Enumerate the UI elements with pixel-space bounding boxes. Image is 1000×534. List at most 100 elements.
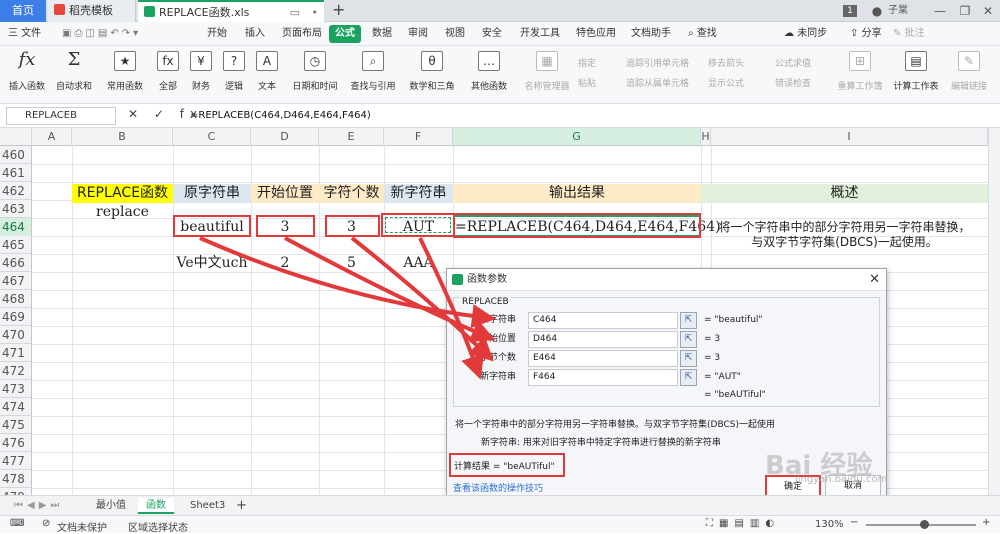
text-button[interactable]: A 文本 <box>243 50 291 100</box>
vertical-scrollbar[interactable] <box>988 128 1000 495</box>
row-header-467[interactable]: 467 <box>0 272 32 290</box>
user-name[interactable]: 子棠 <box>888 0 918 22</box>
specify-button[interactable]: 指定 <box>578 56 596 69</box>
minimize-icon[interactable]: — <box>930 0 950 22</box>
menu-item-start[interactable]: 开始 <box>207 25 227 43</box>
row-header-461[interactable]: 461 <box>0 164 32 182</box>
sheet-tab-min[interactable]: 最小值 <box>88 498 134 514</box>
cell-e466[interactable]: 5 <box>319 254 384 273</box>
arg-input-num-bytes[interactable]: E464 <box>528 350 678 367</box>
row-header-469[interactable]: 469 <box>0 308 32 326</box>
collapse-dialog-icon[interactable]: ⇱ <box>680 369 697 386</box>
menu-item-developer[interactable]: 开发工具 <box>520 25 560 43</box>
column-header-b[interactable]: B <box>72 128 173 146</box>
cell-c462[interactable]: 原字符串 <box>173 184 251 203</box>
formula-input[interactable]: =REPLACEB(C464,D464,E464,F464) <box>190 107 371 125</box>
recalc-workbook-button[interactable]: ⊞ 重算工作簿 <box>832 50 888 100</box>
column-header-h[interactable]: H <box>701 128 711 146</box>
zoom-in-icon[interactable]: + <box>982 517 990 528</box>
menu-item-insert[interactable]: 插入 <box>245 25 265 43</box>
sync-status[interactable]: ☁ 未同步 <box>784 25 827 43</box>
avatar[interactable]: ● <box>868 0 886 22</box>
error-check-button[interactable]: 错误检查 <box>775 76 811 89</box>
help-link[interactable]: 查看该函数的操作技巧 <box>453 481 543 494</box>
row-header-472[interactable]: 472 <box>0 362 32 380</box>
other-functions-button[interactable]: … 其他函数 <box>461 50 517 100</box>
row-header-474[interactable]: 474 <box>0 398 32 416</box>
cell-b462[interactable]: REPLACE函数 <box>72 184 173 203</box>
row-header-475[interactable]: 475 <box>0 416 32 434</box>
cell-d462[interactable]: 开始位置 <box>251 184 319 203</box>
edit-links-button[interactable]: ✎ 编辑链接 <box>944 50 994 100</box>
menu-item-features[interactable]: 特色应用 <box>576 25 616 43</box>
search-button[interactable]: ⌕ 查找 <box>688 25 717 43</box>
zoom-out-icon[interactable]: − <box>850 517 858 528</box>
row-header-468[interactable]: 468 <box>0 290 32 308</box>
close-tab-icon[interactable]: • <box>312 2 319 22</box>
autosum-button[interactable]: Σ 自动求和 <box>50 50 98 100</box>
remove-arrows-button[interactable]: 移去箭头 <box>708 56 744 69</box>
date-time-button[interactable]: ◷ 日期和时间 <box>287 50 343 100</box>
keyboard-icon[interactable]: ⌨ <box>10 518 24 529</box>
sheet-tab-sheet3[interactable]: Sheet3 <box>182 498 233 514</box>
column-header-c[interactable]: C <box>173 128 251 146</box>
row-header-476[interactable]: 476 <box>0 434 32 452</box>
screen-icon[interactable]: ▭ <box>290 2 300 22</box>
tab-doc-template[interactable]: 稻壳模板 <box>48 0 136 22</box>
cell-i465[interactable]: 与双字节字符集(DBCS)一起使用。 <box>701 233 988 252</box>
menu-item-page-layout[interactable]: 页面布局 <box>282 25 322 43</box>
calc-sheet-button[interactable]: ▤ 计算工作表 <box>888 50 944 100</box>
show-formulas-button[interactable]: 显示公式 <box>708 76 744 89</box>
row-header-473[interactable]: 473 <box>0 380 32 398</box>
row-header-470[interactable]: 470 <box>0 326 32 344</box>
maximize-icon[interactable]: ❐ <box>955 0 975 22</box>
quick-access-icons[interactable]: ▣⎙◫▤↶↷▾ <box>62 25 141 43</box>
menu-item-doc-assistant[interactable]: 文档助手 <box>631 25 671 43</box>
row-header-477[interactable]: 477 <box>0 452 32 470</box>
select-all-corner[interactable] <box>0 128 32 146</box>
column-header-i[interactable]: I <box>711 128 988 146</box>
comment-button[interactable]: ✎ 批注 <box>893 25 925 43</box>
row-header-464[interactable]: 464 <box>0 218 32 237</box>
math-button[interactable]: θ 数学和三角 <box>404 50 460 100</box>
sheet-nav-arrows[interactable]: ⏮◀▶⏭ <box>6 498 71 514</box>
menu-item-review[interactable]: 审阅 <box>408 25 428 43</box>
trace-precedents-button[interactable]: 追踪引用单元格 <box>626 56 689 69</box>
row-header-479[interactable]: 479 <box>0 488 32 495</box>
arg-input-start-num[interactable]: D464 <box>528 331 678 348</box>
cell-f462[interactable]: 新字符串 <box>384 184 453 203</box>
menu-item-data[interactable]: 数据 <box>372 25 392 43</box>
insert-function-button[interactable]: fx 插入函数 <box>3 50 51 100</box>
add-sheet-button[interactable]: + <box>228 498 255 514</box>
row-header-478[interactable]: 478 <box>0 470 32 488</box>
cell-g462[interactable]: 输出结果 <box>453 184 701 203</box>
evaluate-formula-button[interactable]: 公式求值 <box>775 56 811 69</box>
cell-i462[interactable]: 概述 <box>701 184 988 203</box>
cell-c466[interactable]: Ve中文uch <box>173 254 251 273</box>
paste-button[interactable]: 粘贴 <box>578 76 596 89</box>
arg-input-old-text[interactable]: C464 <box>528 312 678 329</box>
cell-f466[interactable]: AAA <box>384 254 453 273</box>
common-functions-button[interactable]: ★ 常用函数 <box>101 50 149 100</box>
column-header-e[interactable]: E <box>319 128 384 146</box>
dialog-close-icon[interactable]: ✕ <box>869 269 880 291</box>
menu-item-formula[interactable]: 公式 <box>329 25 361 43</box>
tab-home[interactable]: 首页 <box>0 0 46 22</box>
zoom-level[interactable]: 130% <box>815 519 844 530</box>
menu-item-security[interactable]: 安全 <box>482 25 502 43</box>
zoom-slider-thumb[interactable] <box>920 520 929 529</box>
column-header-d[interactable]: D <box>251 128 319 146</box>
page-indicator[interactable]: 1 <box>843 5 857 17</box>
row-header-466[interactable]: 466 <box>0 254 32 272</box>
row-header-463[interactable]: 463 <box>0 200 32 218</box>
collapse-dialog-icon[interactable]: ⇱ <box>680 312 697 329</box>
view-mode-icons[interactable]: ⛶▦▤▥◐ <box>706 518 780 529</box>
column-header-g[interactable]: G <box>453 128 701 146</box>
cell-b463[interactable]: replace <box>72 203 173 222</box>
name-box[interactable]: REPLACEB <box>6 107 116 125</box>
cell-e462[interactable]: 字符个数 <box>319 184 384 203</box>
row-header-471[interactable]: 471 <box>0 344 32 362</box>
column-header-f[interactable]: F <box>384 128 453 146</box>
tab-file[interactable]: REPLACE函数.xls ▭ • <box>138 0 324 22</box>
lookup-button[interactable]: ⌕ 查找与引用 <box>345 50 401 100</box>
